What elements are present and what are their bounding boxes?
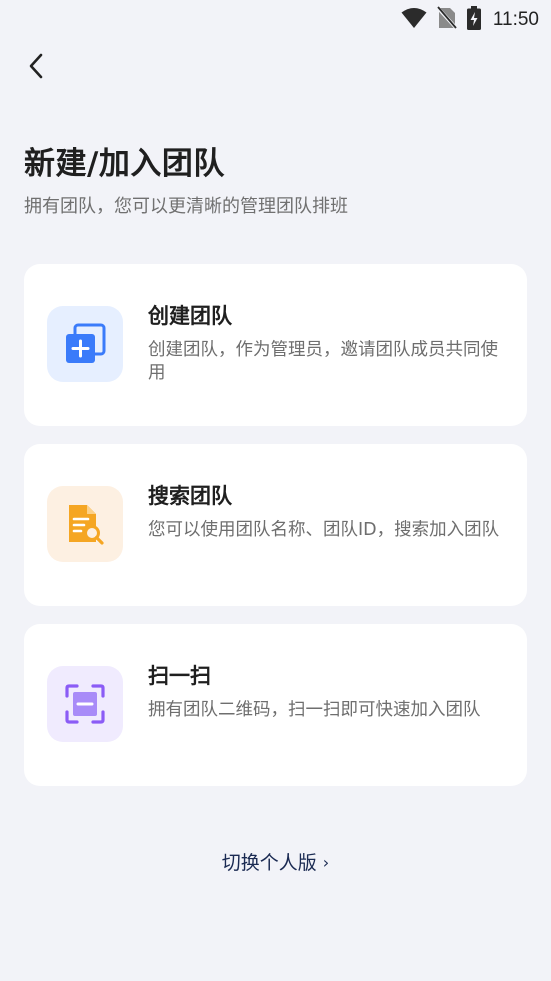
- page-title: 新建/加入团队: [24, 146, 225, 182]
- search-team-icon: [47, 486, 123, 562]
- card-title: 搜索团队: [148, 484, 232, 508]
- card-description: 创建团队，作为管理员，邀请团队成员共同使用: [148, 340, 498, 383]
- status-bar: 11:50: [0, 0, 551, 38]
- search-team-text: 搜索团队 您可以使用团队名称、团队ID，搜索加入团队: [148, 482, 503, 542]
- search-team-card[interactable]: 搜索团队 您可以使用团队名称、团队ID，搜索加入团队: [24, 444, 527, 606]
- scan-text: 扫一扫 拥有团队二维码，扫一扫即可快速加入团队: [148, 662, 503, 722]
- status-time: 11:50: [492, 9, 539, 30]
- card-description: 拥有团队二维码，扫一扫即可快速加入团队: [148, 700, 481, 720]
- card-title: 扫一扫: [148, 664, 211, 688]
- chevron-right-icon: ›: [322, 853, 330, 872]
- wifi-icon: [401, 7, 427, 33]
- page-subtitle: 拥有团队，您可以更清晰的管理团队排班: [24, 196, 348, 217]
- switch-personal-label: 切换个人版: [221, 852, 317, 874]
- status-icons: 11:50: [401, 5, 539, 34]
- scan-card[interactable]: 扫一扫 拥有团队二维码，扫一扫即可快速加入团队: [24, 624, 527, 786]
- create-team-icon: [47, 306, 123, 382]
- card-description: 您可以使用团队名称、团队ID，搜索加入团队: [148, 520, 500, 540]
- battery-charging-icon: [466, 6, 481, 34]
- no-sim-icon: [435, 5, 459, 34]
- back-button[interactable]: [18, 50, 54, 86]
- switch-personal-link[interactable]: 切换个人版 ›: [0, 848, 551, 875]
- chevron-left-icon: [26, 52, 46, 84]
- create-team-card[interactable]: 创建团队 创建团队，作为管理员，邀请团队成员共同使用: [24, 264, 527, 426]
- card-title: 创建团队: [148, 304, 232, 328]
- scan-icon: [47, 666, 123, 742]
- create-team-text: 创建团队 创建团队，作为管理员，邀请团队成员共同使用: [148, 302, 503, 385]
